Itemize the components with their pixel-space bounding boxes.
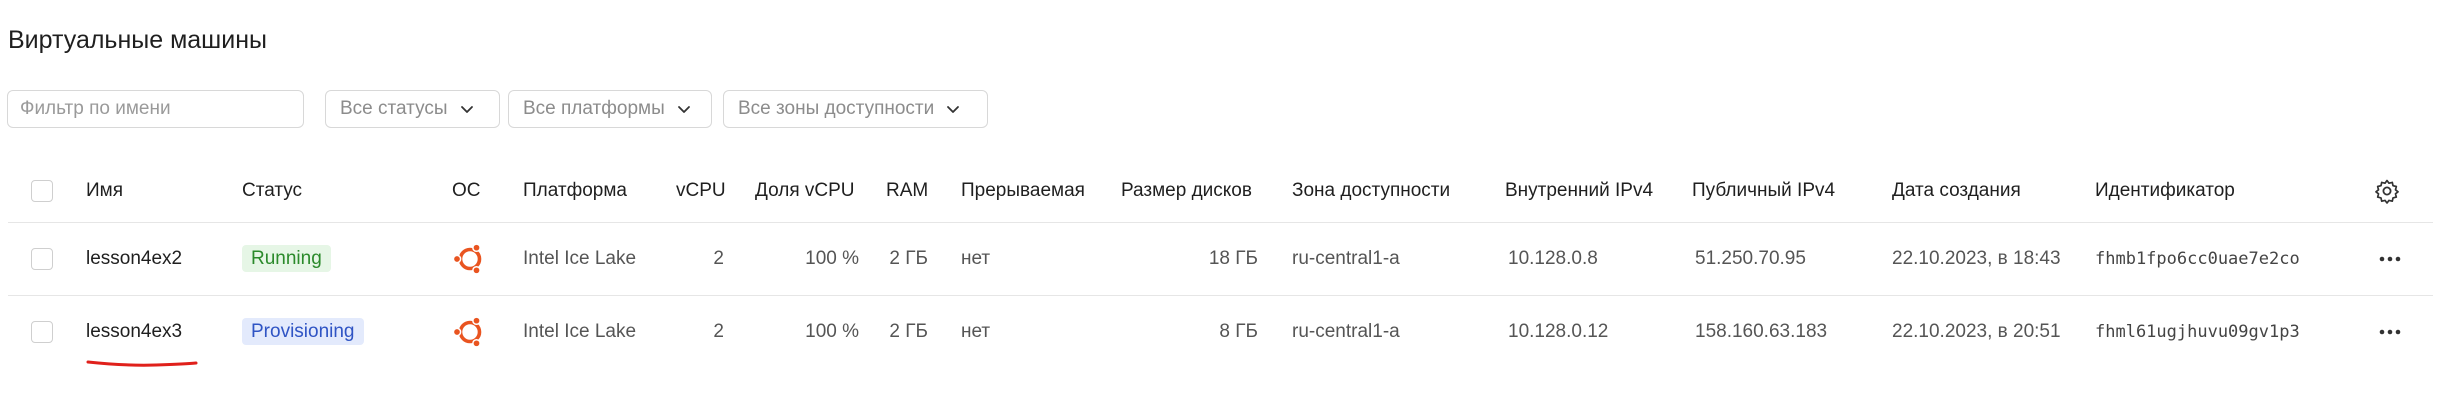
chevron-down-icon xyxy=(675,100,693,118)
internal-ip-cell: 10.128.0.8 xyxy=(1508,247,1598,269)
vcpu-cell: 2 xyxy=(713,320,724,342)
platform-cell: Intel Ice Lake xyxy=(523,247,637,269)
platform-select-value: Все платформы xyxy=(523,98,665,119)
status-select-value: Все статусы xyxy=(340,98,448,119)
header-vcpu[interactable]: vCPU xyxy=(676,180,726,202)
table-row[interactable]: lesson4ex2 Running Intel Ice Lake 2 100 … xyxy=(0,222,2437,295)
vm-list-page: Виртуальные машины Все статусы Все платф… xyxy=(0,0,2437,400)
header-name[interactable]: Имя xyxy=(86,180,123,202)
public-ip-cell: 158.160.63.183 xyxy=(1695,320,1828,342)
status-badge: Running xyxy=(242,244,331,272)
header-internal-ip[interactable]: Внутренний IPv4 xyxy=(1505,180,1653,202)
vcpu-share-cell: 100 % xyxy=(805,320,859,342)
table-header: Имя Статус ОС Платформа vCPU Доля vCPU R… xyxy=(0,160,2437,222)
table-settings-gear-icon[interactable] xyxy=(2374,178,2400,204)
internal-ip-cell: 10.128.0.12 xyxy=(1508,320,1609,342)
header-preemptible[interactable]: Прерываемая xyxy=(961,180,1085,202)
preemptible-cell: нет xyxy=(961,247,991,269)
created-cell: 22.10.2023, в 18:43 xyxy=(1892,247,2061,269)
header-status[interactable]: Статус xyxy=(242,180,302,202)
header-os[interactable]: ОС xyxy=(452,180,481,202)
status-badge-text: Running xyxy=(242,244,331,272)
row-checkbox[interactable] xyxy=(31,320,53,343)
ubuntu-icon xyxy=(452,241,488,277)
zone-cell: ru-central1-a xyxy=(1292,320,1400,342)
header-created[interactable]: Дата создания xyxy=(1892,180,2021,202)
chevron-down-icon xyxy=(944,100,962,118)
header-ram[interactable]: RAM xyxy=(886,180,928,202)
vm-name[interactable]: lesson4ex3 xyxy=(86,321,182,343)
created-cell: 22.10.2023, в 20:51 xyxy=(1892,320,2061,342)
more-actions-icon[interactable] xyxy=(2376,249,2404,269)
public-ip-cell: 51.250.70.95 xyxy=(1695,247,1806,269)
chevron-down-icon xyxy=(458,100,476,118)
zone-select-value: Все зоны доступности xyxy=(738,98,935,119)
disk-size-cell: 18 ГБ xyxy=(1208,247,1258,269)
select-all-checkbox[interactable] xyxy=(31,180,53,202)
id-cell: fhml61ugjhuvu09gv1p3 xyxy=(2095,321,2300,342)
page-title: Виртуальные машины xyxy=(8,26,267,54)
ram-cell: 2 ГБ xyxy=(889,247,928,269)
platform-select[interactable]: Все платформы xyxy=(508,90,712,128)
header-zone[interactable]: Зона доступности xyxy=(1292,180,1450,202)
status-badge: Provisioning xyxy=(242,317,364,345)
table-row[interactable]: lesson4ex3 Provisioning Intel Ice Lake 2… xyxy=(0,295,2437,368)
ram-cell: 2 ГБ xyxy=(889,320,928,342)
header-vcpu-share[interactable]: Доля vCPU xyxy=(755,180,855,202)
status-badge-text: Provisioning xyxy=(242,317,364,345)
header-disk-size[interactable]: Размер дисков xyxy=(1121,180,1252,202)
row-checkbox[interactable] xyxy=(31,247,53,270)
vcpu-cell: 2 xyxy=(713,247,724,269)
ubuntu-icon xyxy=(452,314,488,350)
zone-select[interactable]: Все зоны доступности xyxy=(723,90,988,128)
status-select[interactable]: Все статусы xyxy=(325,90,500,128)
vcpu-share-cell: 100 % xyxy=(805,247,859,269)
header-platform[interactable]: Платформа xyxy=(523,180,627,202)
name-filter-input[interactable] xyxy=(7,90,304,128)
vm-name[interactable]: lesson4ex2 xyxy=(86,248,182,270)
id-cell: fhmb1fpo6cc0uae7e2co xyxy=(2095,248,2300,269)
preemptible-cell: нет xyxy=(961,320,991,342)
platform-cell: Intel Ice Lake xyxy=(523,320,637,342)
header-public-ip[interactable]: Публичный IPv4 xyxy=(1692,180,1835,202)
zone-cell: ru-central1-a xyxy=(1292,247,1400,269)
annotation-red-underline xyxy=(86,356,198,368)
more-actions-icon[interactable] xyxy=(2376,322,2404,342)
header-id[interactable]: Идентификатор xyxy=(2095,180,2235,202)
disk-size-cell: 8 ГБ xyxy=(1219,320,1258,342)
